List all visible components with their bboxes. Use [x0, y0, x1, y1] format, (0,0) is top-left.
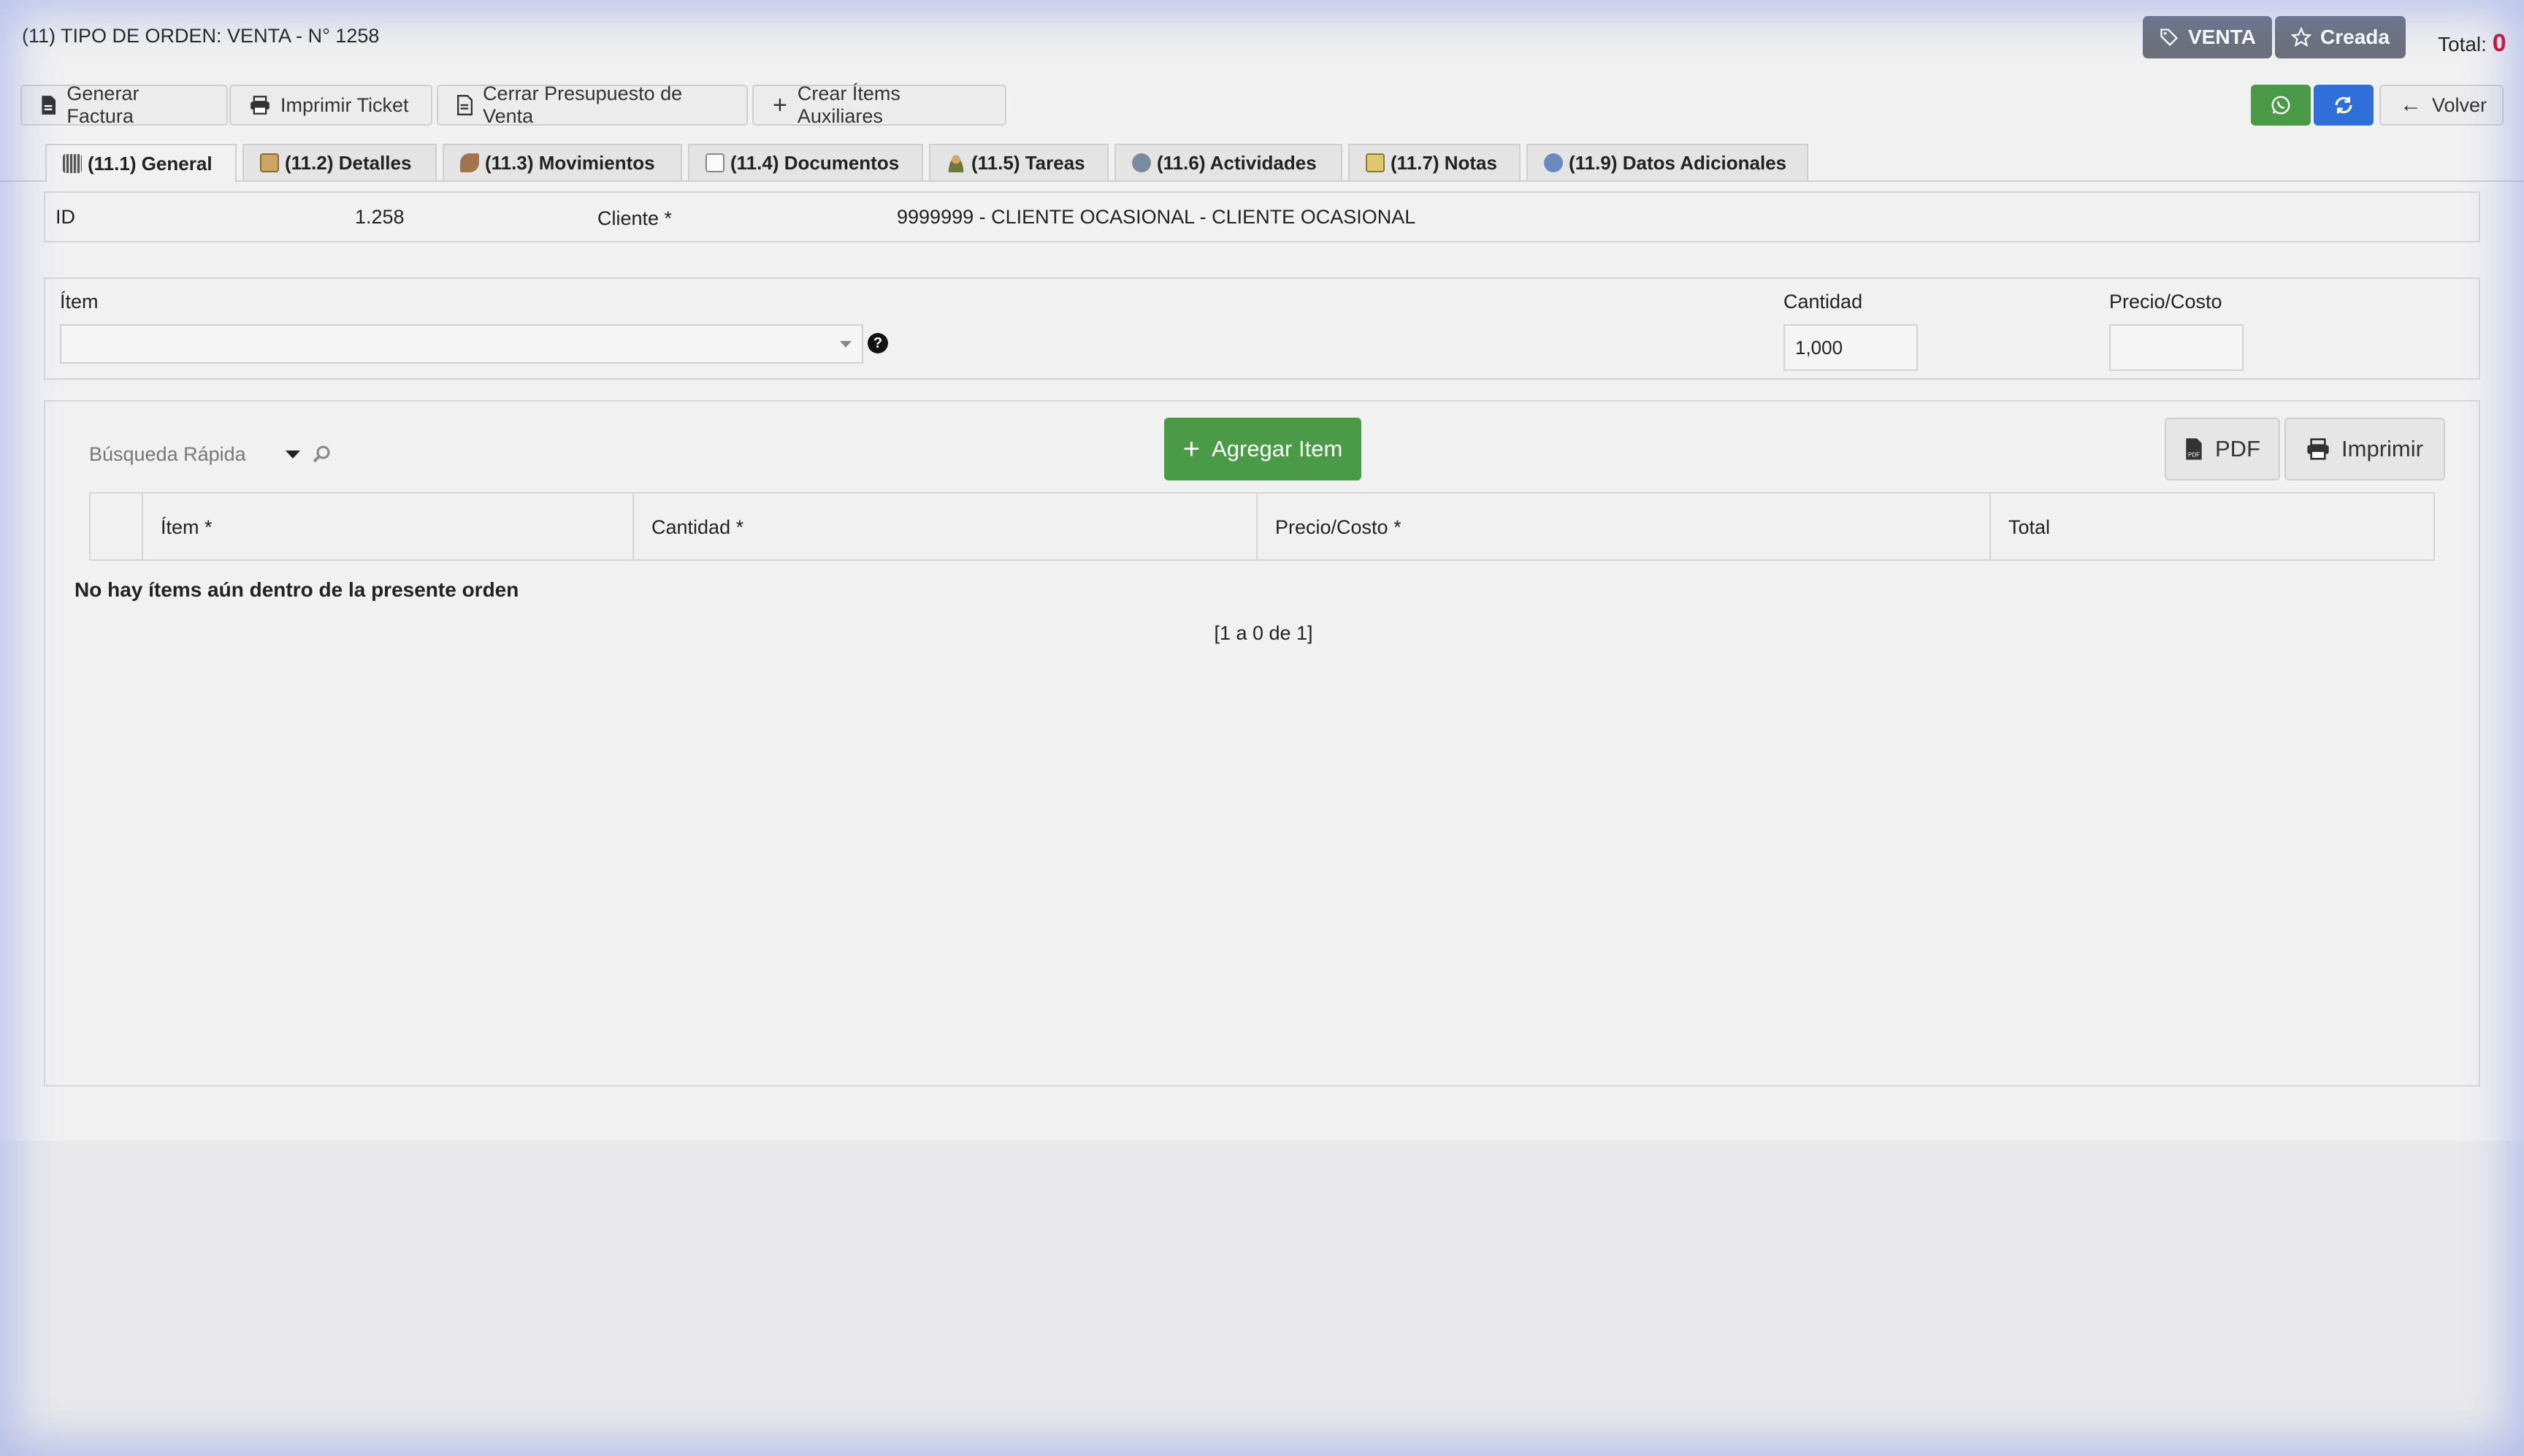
column-cantidad[interactable]: Cantidad *	[634, 494, 1258, 561]
svg-text:PDF: PDF	[2188, 452, 2200, 459]
search-icon	[313, 445, 330, 463]
add-item-button[interactable]: + Agregar Item	[1164, 418, 1361, 480]
tab-datos-adicionales[interactable]: (11.9) Datos Adicionales	[1526, 144, 1808, 180]
tab-label: (11.5) Tareas	[971, 151, 1085, 174]
caret-down-icon	[285, 450, 300, 459]
cantidad-label: Cantidad	[1783, 291, 1863, 313]
arrow-left-icon: ←	[2400, 93, 2422, 117]
column-item[interactable]: Ítem *	[143, 494, 634, 561]
generar-factura-label: Generar Factura	[66, 83, 139, 127]
notes-icon	[1366, 153, 1385, 172]
pagination: [1 a 0 de 1]	[1214, 622, 1313, 644]
column-precio[interactable]: Precio/Costo *	[1258, 494, 1991, 561]
printer-icon	[2307, 438, 2329, 460]
cantidad-input[interactable]: 1,000	[1783, 324, 1918, 371]
print-button[interactable]: Imprimir	[2284, 418, 2445, 480]
tab-label: (11.3) Movimientos	[485, 151, 655, 174]
whatsapp-button[interactable]	[2251, 85, 2311, 126]
cerrar-presupuesto-label: Cerrar Presupuesto de Venta	[483, 83, 683, 127]
pdf-label: PDF	[2215, 436, 2260, 461]
pdf-button[interactable]: PDF PDF	[2165, 418, 2280, 480]
print-label: Imprimir	[2341, 436, 2423, 461]
items-table-header: Ítem * Cantidad * Precio/Costo * Total	[89, 492, 2435, 561]
page-title: (11) TIPO DE ORDEN: VENTA - N° 1258	[22, 25, 380, 47]
status-badge[interactable]: Creada	[2275, 16, 2406, 58]
clipboard-icon	[260, 153, 279, 172]
crear-items-label: Crear Ítems Auxiliares	[797, 83, 900, 127]
imprimir-ticket-button[interactable]: Imprimir Ticket	[229, 85, 432, 126]
precio-label: Precio/Costo	[2109, 291, 2222, 313]
column-total[interactable]: Total	[1991, 494, 2433, 561]
tab-bar: (11.1) General (11.2) Detalles (11.3) Mo…	[0, 144, 2524, 182]
pdf-icon: PDF	[2186, 438, 2202, 460]
document-icon	[705, 153, 724, 172]
tab-label: (11.2) Detalles	[285, 151, 412, 174]
id-label: ID	[56, 206, 75, 228]
tab-movimientos[interactable]: (11.3) Movimientos	[443, 144, 682, 180]
cliente-value[interactable]: 9999999 - CLIENTE OCASIONAL - CLIENTE OC…	[897, 206, 1415, 229]
refresh-button[interactable]	[2314, 85, 2374, 126]
order-total: Total: 0	[2438, 29, 2506, 58]
status-badge-label: Creada	[2320, 26, 2390, 48]
refresh-icon	[2335, 96, 2352, 114]
printer-icon	[251, 96, 269, 115]
order-page: (11) TIPO DE ORDEN: VENTA - N° 1258 VENT…	[0, 0, 2524, 1141]
tab-label: (11.7) Notas	[1391, 151, 1497, 174]
activity-icon	[1132, 153, 1151, 172]
help-icon[interactable]: ?	[868, 333, 888, 353]
type-badge-label: VENTA	[2188, 26, 2256, 48]
general-info-panel: ID 1.258 Cliente * 9999999 - CLIENTE OCA…	[44, 191, 2480, 242]
tab-notas[interactable]: (11.7) Notas	[1348, 144, 1521, 180]
imprimir-ticket-label: Imprimir Ticket	[280, 93, 409, 116]
movement-icon	[460, 153, 479, 172]
quick-search[interactable]: Búsqueda Rápida	[89, 434, 367, 475]
tag-icon	[2160, 28, 2179, 47]
tab-documentos[interactable]: (11.4) Documentos	[688, 144, 923, 180]
document-icon	[42, 96, 56, 115]
cerrar-presupuesto-button[interactable]: Cerrar Presupuesto de Venta	[437, 83, 748, 127]
tab-label: (11.1) General	[88, 152, 213, 175]
volver-label: Volver	[2432, 93, 2487, 116]
tab-tareas[interactable]: (11.5) Tareas	[929, 144, 1109, 180]
chevron-down-icon	[840, 340, 852, 348]
cliente-label: Cliente *	[597, 207, 673, 229]
tab-label: (11.9) Datos Adicionales	[1569, 151, 1787, 174]
file-lines-icon	[457, 95, 473, 115]
tab-general[interactable]: (11.1) General	[45, 144, 237, 182]
id-value: 1.258	[355, 206, 405, 228]
total-value: 0	[2492, 29, 2506, 57]
add-item-label: Agregar Item	[1212, 436, 1343, 461]
quick-search-placeholder: Búsqueda Rápida	[89, 442, 246, 465]
type-badge[interactable]: VENTA	[2143, 16, 2272, 58]
item-select[interactable]	[60, 324, 863, 364]
volver-button[interactable]: ← Volver	[2379, 85, 2504, 126]
plus-icon: +	[1182, 433, 1201, 465]
user-icon	[946, 153, 965, 172]
info-icon	[1544, 153, 1563, 172]
item-label: Ítem	[60, 291, 99, 313]
select-column	[91, 494, 143, 561]
tab-label: (11.4) Documentos	[730, 151, 900, 174]
tab-actividades[interactable]: (11.6) Actividades	[1114, 144, 1342, 180]
barcode-icon	[63, 154, 82, 173]
empty-message: No hay ítems aún dentro de la presente o…	[74, 578, 519, 601]
items-panel: Búsqueda Rápida + Agregar Item PDF PDF I…	[44, 400, 2480, 1087]
crear-items-button[interactable]: + Crear Ítems Auxiliares	[752, 83, 1006, 127]
total-label: Total:	[2438, 33, 2487, 55]
whatsapp-icon	[2271, 96, 2290, 115]
plus-icon: +	[773, 91, 787, 119]
item-form-panel: Ítem ? Cantidad 1,000 Precio/Costo	[44, 277, 2480, 380]
tab-detalles[interactable]: (11.2) Detalles	[242, 144, 437, 180]
tab-label: (11.6) Actividades	[1157, 151, 1317, 174]
generar-factura-button[interactable]: Generar Factura	[20, 83, 228, 127]
star-icon	[2291, 27, 2311, 47]
precio-input[interactable]	[2109, 324, 2244, 371]
